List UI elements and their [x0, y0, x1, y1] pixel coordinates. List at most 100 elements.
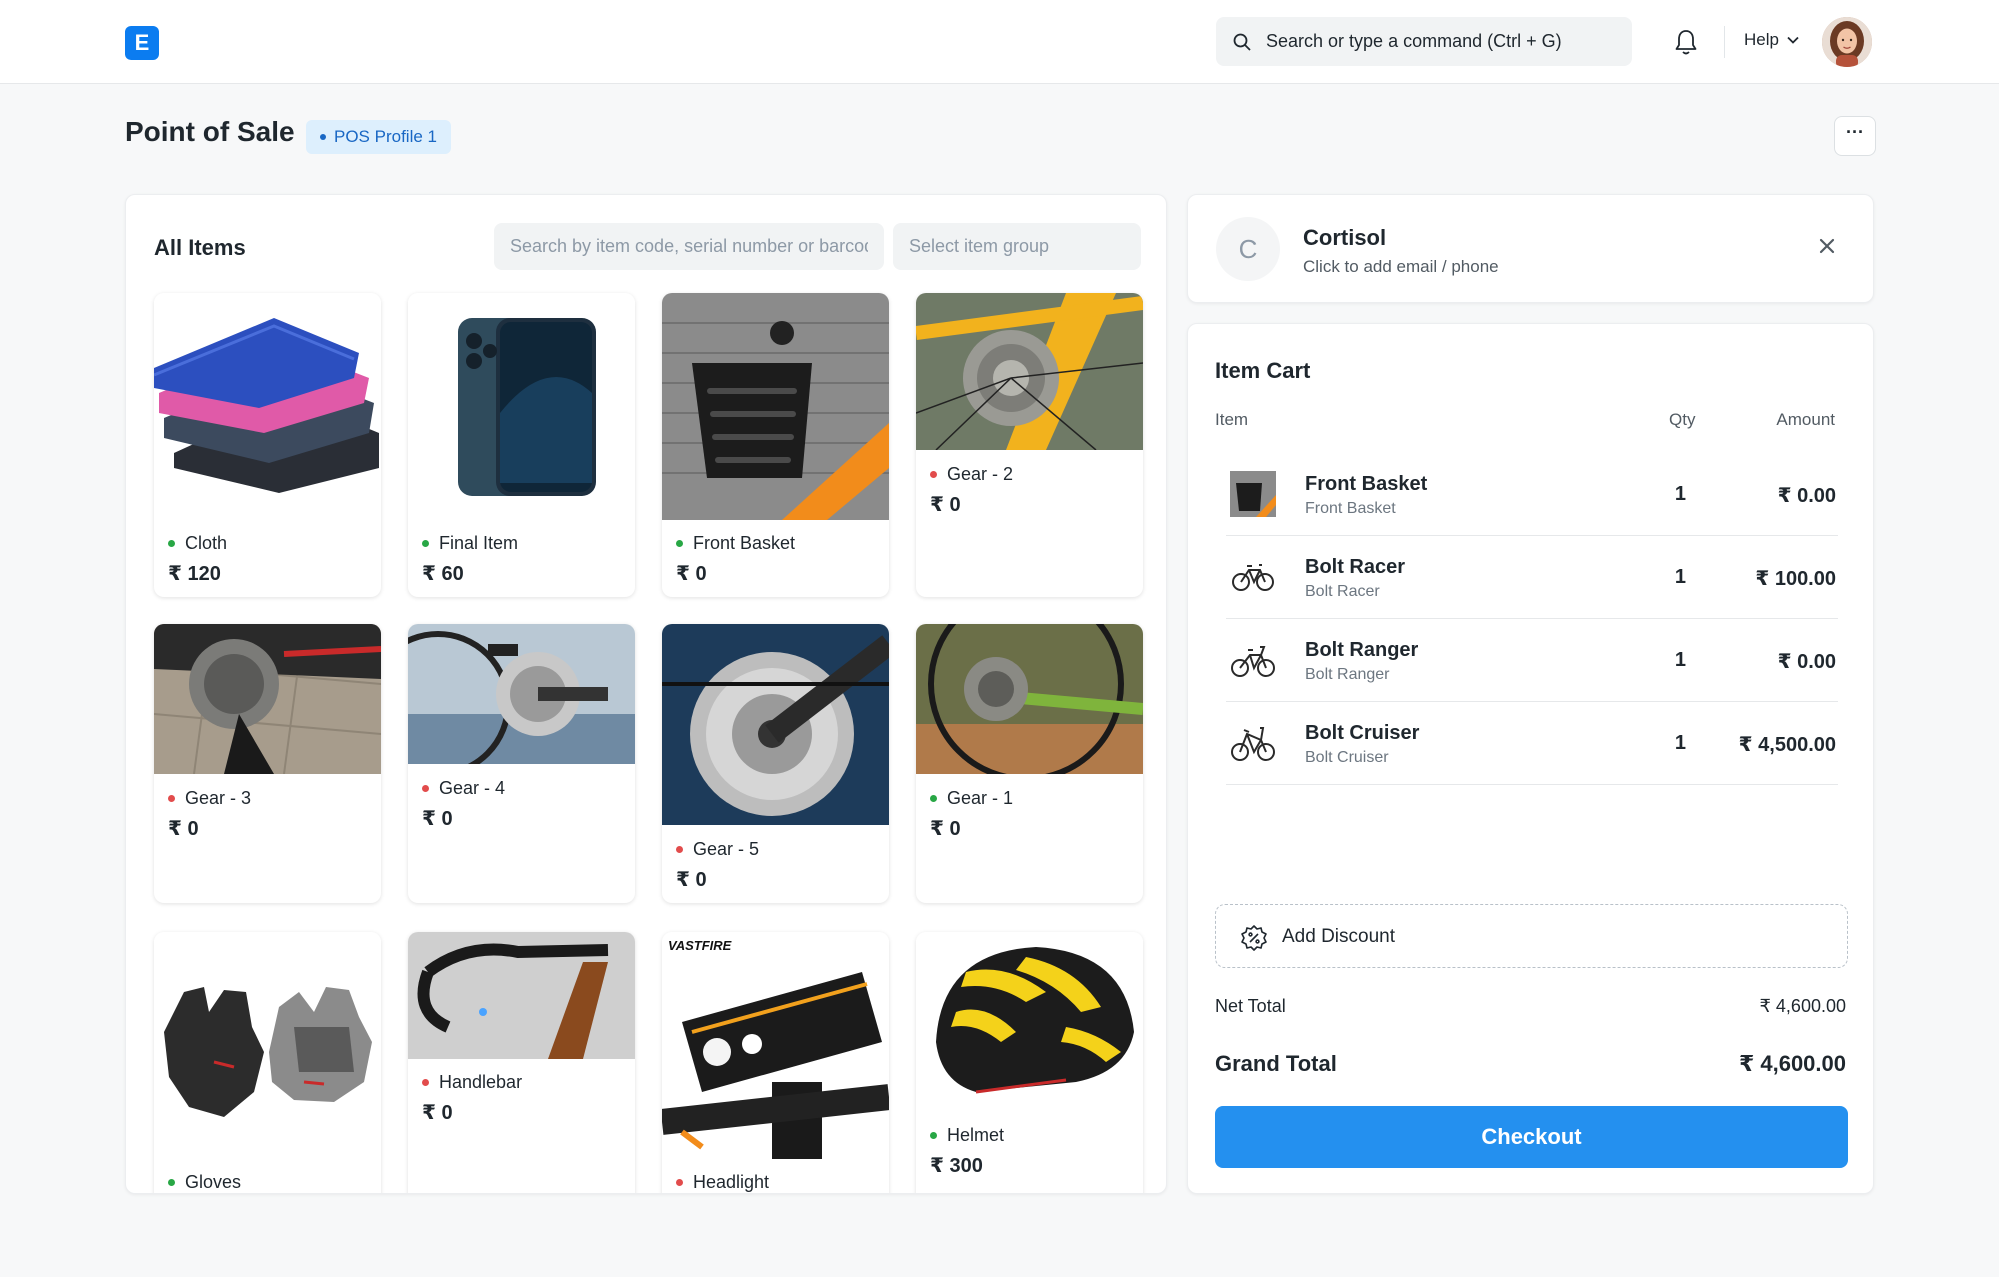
- net-total-value: ₹ 4,600.00: [1759, 996, 1846, 1016]
- item-price: ₹ 0: [422, 808, 453, 830]
- user-avatar[interactable]: [1822, 17, 1872, 67]
- cart-item-name: Front Basket: [1305, 473, 1428, 495]
- item-price: ₹ 120: [168, 563, 221, 585]
- item-card-handlebar[interactable]: Handlebar ₹ 0: [408, 932, 635, 1193]
- item-name: Gear - 4: [422, 778, 505, 799]
- item-price: ₹ 300: [930, 1155, 983, 1177]
- cart-header-qty: Qty: [1669, 410, 1696, 429]
- cart-row[interactable]: Bolt Cruiser Bolt Cruiser 1 ₹ 4,500.00: [1226, 702, 1838, 785]
- cart-item-qty: 1: [1674, 566, 1686, 588]
- cart-item-name: Bolt Cruiser: [1305, 722, 1420, 744]
- basket-image: [662, 293, 889, 520]
- item-price: ₹ 0: [930, 818, 961, 840]
- search-icon: [1233, 33, 1251, 51]
- page-title: Point of Sale: [125, 116, 295, 147]
- bicycle-icon: [1231, 646, 1275, 677]
- item-search-input[interactable]: [494, 223, 884, 270]
- cart-row[interactable]: Bolt Racer Bolt Racer 1 ₹ 100.00: [1226, 536, 1838, 619]
- bell-icon[interactable]: [1673, 28, 1699, 56]
- item-group-select[interactable]: [893, 223, 1141, 270]
- item-card-gear-3[interactable]: Gear - 3 ₹ 0: [154, 624, 381, 903]
- cart-card: Item Cart Item Qty Amount Front Basket F…: [1187, 323, 1874, 1194]
- item-card-front-basket[interactable]: Front Basket ₹ 0: [662, 293, 889, 597]
- item-card-final-item[interactable]: Final Item ₹ 60: [408, 293, 635, 597]
- gear-4-image: [408, 624, 635, 764]
- awesomebar[interactable]: [1216, 17, 1632, 66]
- items-panel-title: All Items: [154, 235, 246, 260]
- handlebar-image: [408, 932, 635, 1059]
- stock-dot: [676, 846, 683, 853]
- cart-item-amount: ₹ 0.00: [1777, 651, 1836, 673]
- grand-total-value: ₹ 4,600.00: [1738, 1051, 1846, 1076]
- pos-profile-label: POS Profile 1: [334, 127, 437, 146]
- awesomebar-input[interactable]: [1266, 17, 1616, 66]
- add-discount-label: Add Discount: [1282, 926, 1396, 947]
- headlight-image: VASTFIRE: [662, 932, 889, 1159]
- stock-dot: [676, 1179, 683, 1186]
- gear-2-image: [916, 293, 1143, 450]
- cart-item-subtitle: Bolt Ranger: [1305, 666, 1390, 683]
- chevron-down-icon: [1787, 36, 1799, 44]
- close-icon[interactable]: [1818, 237, 1836, 255]
- item-card-headlight[interactable]: VASTFIRE Headlight: [662, 932, 889, 1193]
- item-name: Handlebar: [422, 1072, 522, 1093]
- customer-card[interactable]: C Cortisol Click to add email / phone: [1187, 194, 1874, 303]
- stock-dot: [168, 1179, 175, 1186]
- item-card-gear-4[interactable]: Gear - 4 ₹ 0: [408, 624, 635, 903]
- item-price: ₹ 0: [676, 563, 707, 585]
- cart-item-subtitle: Bolt Racer: [1305, 583, 1380, 600]
- stock-dot: [168, 795, 175, 802]
- help-dropdown[interactable]: Help: [1744, 30, 1799, 50]
- checkout-button[interactable]: Checkout: [1215, 1106, 1848, 1168]
- item-name: Gear - 1: [930, 788, 1013, 809]
- stock-dot: [168, 540, 175, 547]
- item-card-gear-2[interactable]: Gear - 2 ₹ 0: [916, 293, 1143, 597]
- cart-header-item: Item: [1215, 410, 1249, 429]
- pos-profile-badge: POS Profile 1: [306, 120, 451, 154]
- item-price: ₹ 0: [930, 494, 961, 516]
- stock-dot: [930, 471, 937, 478]
- cart-item-qty: 1: [1674, 649, 1686, 671]
- item-price: ₹ 0: [676, 869, 707, 891]
- phone-image: [408, 293, 635, 520]
- helmet-image: [916, 932, 1143, 1112]
- item-name: Gear - 3: [168, 788, 251, 809]
- add-discount-button[interactable]: Add Discount: [1215, 904, 1848, 968]
- gear-1-image: [916, 624, 1143, 774]
- item-name: Gear - 2: [930, 464, 1013, 485]
- cart-item-amount: ₹ 0.00: [1777, 485, 1836, 507]
- item-name: Cloth: [168, 533, 227, 554]
- cart-item-subtitle: Front Basket: [1305, 500, 1396, 517]
- discount-badge-icon: [1241, 925, 1267, 951]
- bicycle-icon: [1231, 727, 1275, 761]
- item-price: ₹ 0: [422, 1102, 453, 1124]
- items-panel: All Items Cloth ₹ 120: [125, 194, 1167, 1194]
- grand-total-label: Grand Total: [1215, 1051, 1337, 1076]
- navbar: E Help: [0, 0, 1999, 84]
- cloth-image: [154, 293, 381, 520]
- cart-item-qty: 1: [1674, 732, 1686, 754]
- item-card-cloth[interactable]: Cloth ₹ 120: [154, 293, 381, 597]
- item-card-gear-5[interactable]: Gear - 5 ₹ 0: [662, 624, 889, 903]
- more-options-button[interactable]: ···: [1834, 116, 1876, 156]
- item-name: Gear - 5: [676, 839, 759, 860]
- net-total-label: Net Total: [1215, 996, 1286, 1016]
- stock-dot: [930, 795, 937, 802]
- stock-dot: [676, 540, 683, 547]
- item-card-helmet[interactable]: Helmet ₹ 300: [916, 932, 1143, 1193]
- bicycle-icon: [1232, 564, 1274, 591]
- user-avatar-image: [1822, 17, 1872, 67]
- item-card-gear-1[interactable]: Gear - 1 ₹ 0: [916, 624, 1143, 903]
- item-name: Headlight: [676, 1172, 769, 1193]
- help-label: Help: [1744, 30, 1779, 49]
- item-name: Front Basket: [676, 533, 795, 554]
- customer-contact-link[interactable]: Click to add email / phone: [1303, 257, 1499, 277]
- stock-dot: [422, 785, 429, 792]
- item-card-gloves[interactable]: Gloves: [154, 932, 381, 1193]
- stock-dot: [422, 1079, 429, 1086]
- item-name: Gloves: [168, 1172, 241, 1193]
- cart-item-name: Bolt Ranger: [1305, 639, 1419, 661]
- cart-row[interactable]: Front Basket Front Basket 1 ₹ 0.00: [1226, 453, 1838, 536]
- cart-row[interactable]: Bolt Ranger Bolt Ranger 1 ₹ 0.00: [1226, 619, 1838, 702]
- app-logo[interactable]: E: [125, 26, 159, 60]
